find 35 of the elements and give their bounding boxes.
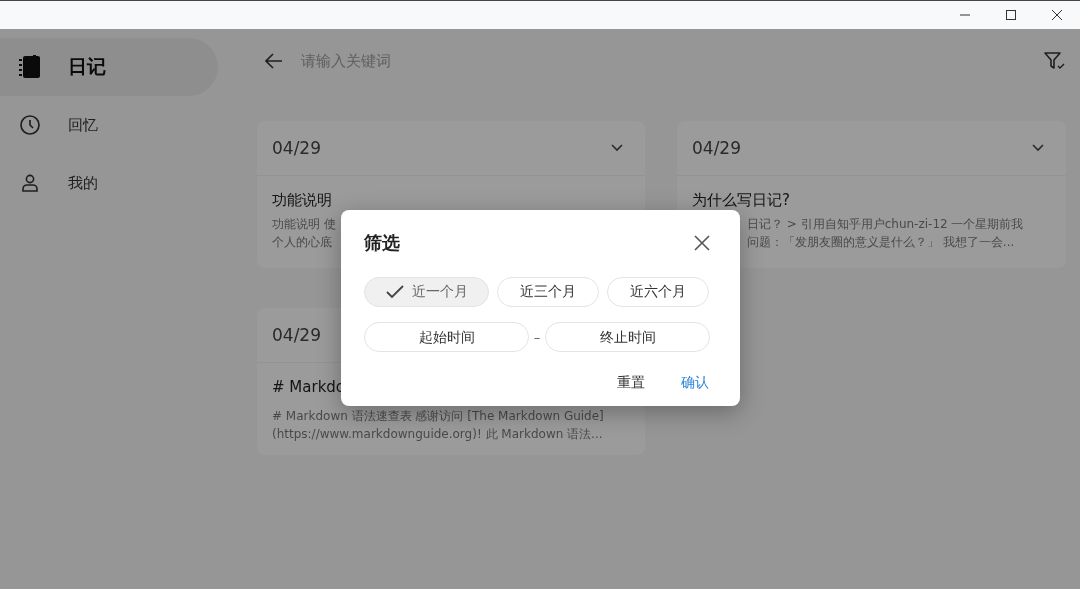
back-arrow-icon[interactable] (265, 52, 283, 69)
notebook-icon (18, 54, 42, 80)
entry-date: 04/29 (692, 138, 741, 158)
range-separator: – (532, 329, 542, 345)
maximize-icon[interactable] (1006, 10, 1016, 20)
entry-excerpt: 问题：「发朋友圈的意义是什么？」 我想了一会... (747, 234, 1015, 251)
entry-excerpt: 日记？ > 引用自知乎用户chun-zi-12 一个星期前我 (747, 216, 1024, 233)
entry-date: 04/29 (272, 138, 321, 158)
entry-excerpt: 功能说明 使 (272, 216, 336, 233)
end-date-field[interactable]: 终止时间 (545, 322, 710, 352)
clock-icon (19, 114, 41, 136)
range-chip[interactable]: 近三个月 (497, 277, 599, 307)
sidebar-item[interactable]: 我的 (0, 154, 218, 212)
entry-excerpt: (https://www.markdownguide.org)! 此 Markdown 语法... (272, 426, 603, 443)
close-icon[interactable] (694, 235, 710, 251)
entry-title: 为什么写日记? (692, 191, 790, 209)
filter-icon[interactable] (1044, 50, 1066, 71)
start-date-field[interactable]: 起始时间 (364, 322, 529, 352)
range-chip[interactable]: 近六个月 (607, 277, 709, 307)
chevron-icon[interactable] (1032, 144, 1044, 152)
person-icon (20, 173, 40, 193)
range-chip[interactable]: 近一个月 (364, 277, 489, 307)
entry-excerpt: 个人的心底 (272, 234, 332, 251)
check-icon (385, 285, 404, 299)
entry-excerpt: # Markdown 语法速查表 感谢访问 [The Markdown Guide] (272, 408, 604, 425)
confirm-button[interactable]: 确认 (681, 374, 709, 392)
diary-card[interactable]: 04/29 为什么写日记? 日记？ > 引用自知乎用户chun-zi-12 一个星期前我 问题：「发朋友圈的意义是什么？」 我想了一会... (677, 121, 1066, 268)
sidebar-item[interactable]: 日记 (0, 38, 218, 96)
entry-date: 04/29 (272, 325, 321, 345)
sidebar-item[interactable]: 回忆 (0, 96, 218, 154)
close-icon[interactable] (1052, 10, 1062, 20)
chevron-icon[interactable] (611, 144, 623, 152)
dialog-title: 筛选 (364, 231, 400, 255)
entry-title: 功能说明 (272, 191, 332, 209)
reset-button[interactable]: 重置 (617, 374, 645, 392)
